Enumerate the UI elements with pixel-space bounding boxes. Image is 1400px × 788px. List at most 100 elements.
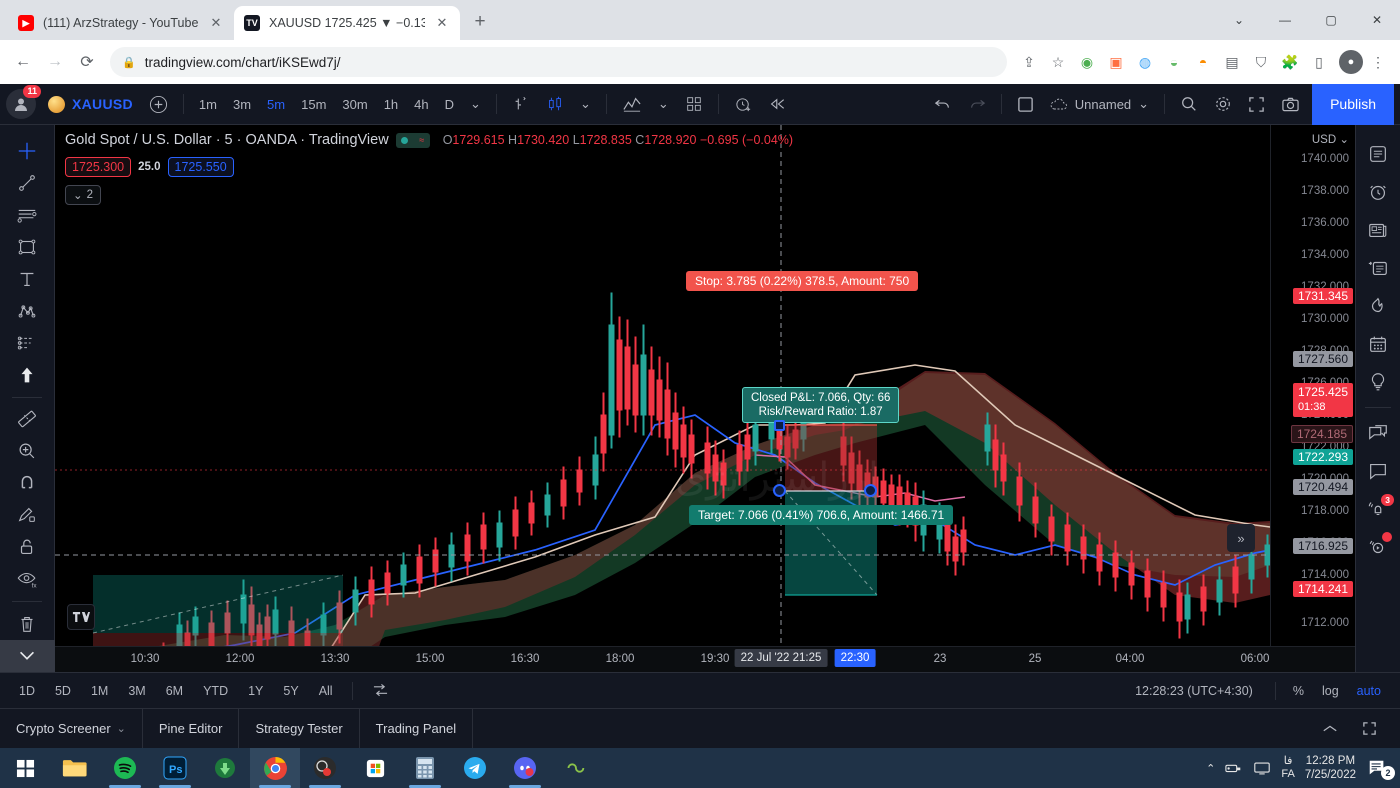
trend-line-icon[interactable]	[7, 167, 47, 199]
hotlist-flame-icon[interactable]	[1360, 287, 1396, 325]
indicators-chevron-down-icon[interactable]: ⌄	[650, 89, 677, 119]
public-chat-icon[interactable]	[1360, 414, 1396, 452]
tab-strategy-tester[interactable]: Strategy Tester	[239, 708, 360, 749]
close-tab-icon[interactable]: ✕	[208, 15, 224, 31]
pattern-icon[interactable]	[7, 295, 47, 327]
browser-tab-youtube[interactable]: ▶ (111) ArzStrategy - YouTube ✕	[8, 6, 234, 40]
bar-style-icon[interactable]	[504, 89, 538, 119]
currency-selector[interactable]: USD ⌄	[1312, 132, 1349, 146]
private-chat-icon[interactable]	[1360, 452, 1396, 490]
log-scale-button[interactable]: log	[1313, 680, 1348, 702]
idm-icon[interactable]	[200, 748, 250, 788]
start-windows-icon[interactable]	[0, 748, 50, 788]
entry-right-handle[interactable]	[864, 484, 877, 497]
replay-icon[interactable]	[761, 89, 796, 119]
extension-shield-icon[interactable]: ⛉	[1247, 48, 1275, 76]
watchlist-icon[interactable]	[1360, 135, 1396, 173]
lock-icon[interactable]	[7, 531, 47, 563]
chevron-up-icon[interactable]	[1313, 719, 1347, 739]
telegram-icon[interactable]	[450, 748, 500, 788]
new-tab-button[interactable]: +	[466, 9, 494, 37]
forecast-icon[interactable]	[7, 327, 47, 359]
interval-D[interactable]: D	[437, 89, 462, 119]
chevron-down-icon[interactable]: ⌄	[117, 722, 126, 735]
interval-5m[interactable]: 5m	[259, 89, 293, 119]
chrome-menu-icon[interactable]: ⋮	[1364, 48, 1392, 76]
user-avatar[interactable]: 11	[6, 85, 41, 119]
calendar-icon[interactable]	[1360, 325, 1396, 363]
chrome-icon[interactable]	[250, 748, 300, 788]
chart-style-chevron-down-icon[interactable]: ⌄	[572, 89, 599, 119]
maximize-icon[interactable]	[1353, 717, 1386, 740]
templates-icon[interactable]	[677, 89, 711, 119]
scroll-to-realtime-button[interactable]: »	[1227, 524, 1255, 552]
price-chart[interactable]: ارزاستراتژی Gold Spot / U.S. Dollar · 5 …	[55, 125, 1355, 672]
measure-ruler-icon[interactable]	[7, 404, 47, 436]
microsoft-store-icon[interactable]	[350, 748, 400, 788]
extension-orange-icon[interactable]: ▣	[1102, 48, 1130, 76]
browser-tab-tradingview[interactable]: TV XAUUSD 1725.425 ▼ −0.13% Un ✕	[234, 6, 460, 40]
broadcast-icon[interactable]	[1360, 528, 1396, 566]
interval-1h[interactable]: 1h	[376, 89, 406, 119]
date-range-icon[interactable]	[363, 679, 398, 702]
photoshop-icon[interactable]: Ps	[150, 748, 200, 788]
undo-icon[interactable]	[926, 89, 960, 119]
range-3M[interactable]: 3M	[119, 680, 154, 702]
close-window-icon[interactable]: ✕	[1354, 0, 1400, 40]
profile-avatar[interactable]: ●	[1339, 50, 1363, 74]
clock[interactable]: 12:28 PM 7/25/2022	[1305, 754, 1356, 782]
extension-gray-icon[interactable]: ▤	[1218, 48, 1246, 76]
interval-1m[interactable]: 1m	[191, 89, 225, 119]
percent-scale-button[interactable]: %	[1284, 680, 1313, 702]
news-icon[interactable]	[1360, 211, 1396, 249]
add-symbol-button[interactable]	[141, 89, 176, 119]
ideas-icon[interactable]	[1360, 249, 1396, 287]
spotify-icon[interactable]	[100, 748, 150, 788]
reload-icon[interactable]: ⟳	[72, 47, 102, 77]
forward-icon[interactable]: →	[40, 47, 70, 77]
address-bar[interactable]: 🔒 tradingview.com/chart/iKSEwd7j/	[110, 47, 1007, 77]
alerts-clock-icon[interactable]	[1360, 173, 1396, 211]
pnl-annotation[interactable]: Closed P&L: 7.066, Qty: 66 Risk/Reward R…	[742, 387, 900, 423]
redo-icon[interactable]	[960, 89, 994, 119]
file-explorer-icon[interactable]	[50, 748, 100, 788]
magnet-icon[interactable]	[7, 467, 47, 499]
layout-icon[interactable]	[1009, 89, 1042, 119]
interval-15m[interactable]: 15m	[293, 89, 334, 119]
cross-cursor-icon[interactable]	[7, 135, 47, 167]
target-annotation[interactable]: Target: 7.066 (0.41%) 706.6, Amount: 146…	[689, 505, 954, 525]
price-scale[interactable]: USD ⌄ 1740.000 1738.000 1736.000 1734.00…	[1270, 125, 1355, 672]
gear-icon[interactable]	[1206, 89, 1240, 119]
time-scale[interactable]: 10:30 12:00 13:30 15:00 16:30 18:00 19:3…	[55, 646, 1355, 672]
calculator-icon[interactable]	[400, 748, 450, 788]
zoom-in-icon[interactable]	[7, 435, 47, 467]
bookmark-star-icon[interactable]: ☆	[1044, 48, 1072, 76]
rectangle-icon[interactable]	[7, 231, 47, 263]
extension-blue-icon[interactable]: ◍	[1131, 48, 1159, 76]
entry-left-handle[interactable]	[773, 484, 786, 497]
sidepanel-icon[interactable]: ▯	[1305, 48, 1333, 76]
camera-icon[interactable]	[1273, 89, 1308, 119]
hide-drawings-icon[interactable]: fx	[7, 563, 47, 595]
ideas-lightbulb-icon[interactable]	[1360, 363, 1396, 401]
range-1M[interactable]: 1M	[82, 680, 117, 702]
action-center-icon[interactable]: 2	[1366, 758, 1395, 780]
tab-trading-panel[interactable]: Trading Panel	[360, 708, 474, 749]
arrow-up-icon[interactable]	[7, 359, 47, 391]
minimize-all-icon[interactable]: ⌄	[1216, 0, 1262, 40]
display-icon[interactable]	[1253, 761, 1271, 776]
discord-icon[interactable]	[500, 748, 550, 788]
indicators-icon[interactable]	[614, 89, 650, 119]
text-tool-icon[interactable]	[7, 263, 47, 295]
network-icon[interactable]	[1225, 761, 1243, 775]
interval-3m[interactable]: 3m	[225, 89, 259, 119]
stop-handle[interactable]	[774, 420, 785, 431]
extension-orange2-icon[interactable]: ◓	[1189, 48, 1217, 76]
auto-scale-button[interactable]: auto	[1348, 680, 1390, 702]
range-6M[interactable]: 6M	[157, 680, 192, 702]
range-1Y[interactable]: 1Y	[239, 680, 272, 702]
stop-annotation[interactable]: Stop: 3.785 (0.22%) 378.5, Amount: 750	[686, 271, 919, 291]
fullscreen-icon[interactable]	[1240, 89, 1273, 119]
tradingview-logo[interactable]	[67, 604, 95, 630]
save-layout-button[interactable]: Unnamed ⌄	[1042, 89, 1157, 119]
